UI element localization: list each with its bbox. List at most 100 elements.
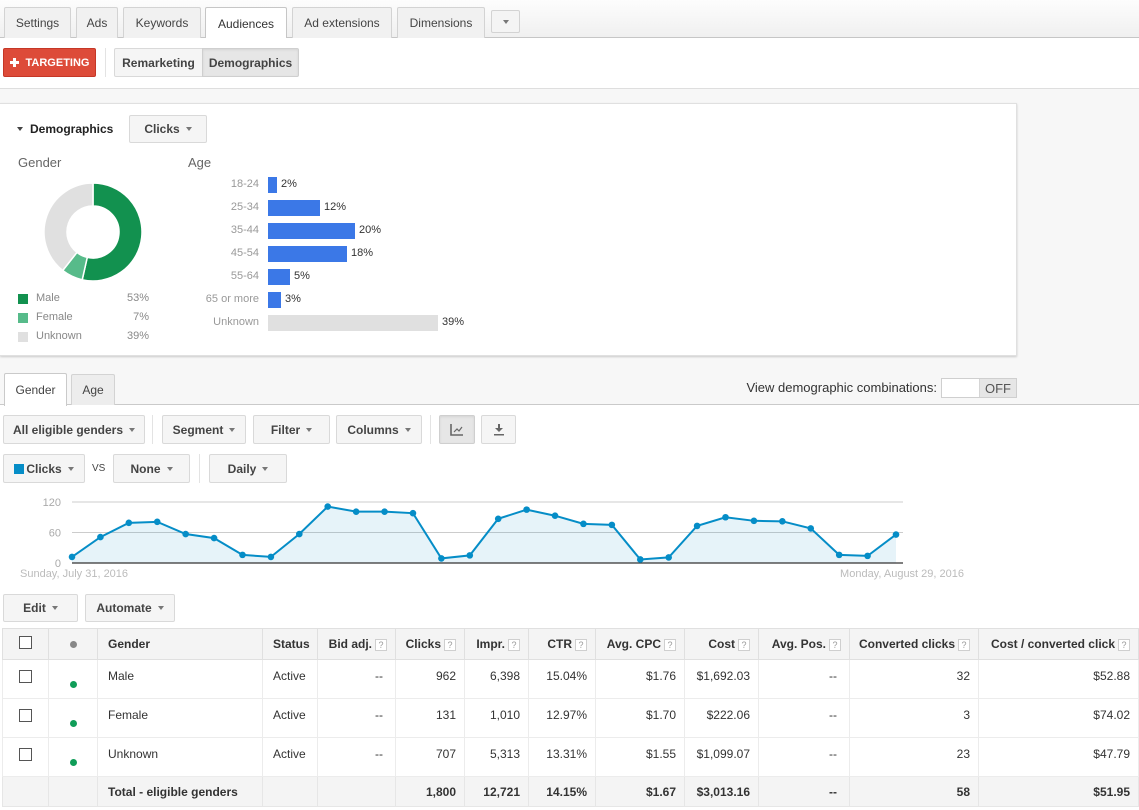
cell-value[interactable]: Female	[108, 708, 148, 722]
help-icon[interactable]: ?	[444, 638, 456, 651]
data-point[interactable]	[125, 519, 133, 527]
column-header-avg-pos[interactable]: Avg. Pos.?	[758, 628, 850, 660]
row-checkbox[interactable]	[19, 709, 32, 722]
cell-impr: 5,313	[464, 737, 529, 777]
data-point[interactable]	[466, 552, 474, 559]
data-point[interactable]	[381, 508, 388, 515]
segment-dropdown[interactable]: Segment	[162, 415, 246, 444]
cell-clicks: 962	[395, 659, 465, 699]
data-point[interactable]	[438, 555, 445, 562]
cell-value[interactable]: Male	[108, 669, 134, 683]
subtab-age[interactable]: Age	[71, 374, 115, 405]
metric-dropdown[interactable]: Clicks	[129, 115, 207, 143]
data-point[interactable]	[267, 553, 275, 561]
clicks-line-chart: 060120Sunday, July 31, 2016 Monday, Augus…	[20, 497, 964, 580]
column-header-bid-adj[interactable]: Bid adj.?	[317, 628, 396, 660]
data-point[interactable]	[580, 520, 587, 528]
data-point[interactable]	[636, 556, 644, 563]
demographics-collapse-toggle[interactable]: Demographics	[17, 120, 113, 138]
column-header-gender[interactable]: Gender	[97, 628, 263, 660]
select-all-checkbox[interactable]	[19, 636, 32, 649]
help-icon[interactable]: ?	[958, 638, 970, 651]
age-bar	[268, 315, 438, 331]
tab-ad-extensions[interactable]: Ad extensions	[292, 7, 392, 38]
data-point[interactable]	[892, 531, 900, 538]
data-point[interactable]	[608, 521, 616, 529]
download-button[interactable]	[481, 415, 516, 444]
column-header-clicks[interactable]: Clicks?	[395, 628, 465, 660]
data-point[interactable]	[835, 551, 843, 559]
data-point[interactable]	[665, 554, 672, 561]
remarketing-view-button[interactable]: Remarketing	[114, 48, 203, 77]
data-point[interactable]	[722, 513, 729, 521]
tab-dimensions[interactable]: Dimensions	[397, 7, 485, 38]
column-header-status-dot[interactable]	[48, 628, 98, 660]
automate-dropdown[interactable]: Automate	[85, 594, 175, 622]
demographic-combinations-toggle[interactable]: OFF	[941, 378, 1017, 398]
primary-metric-dropdown[interactable]: Clicks	[3, 454, 85, 483]
interval-dropdown[interactable]: Daily	[209, 454, 287, 483]
y-tick-label: 120	[43, 497, 61, 509]
data-point[interactable]	[864, 552, 871, 560]
help-icon[interactable]: ?	[508, 638, 520, 651]
help-icon[interactable]: ?	[664, 638, 676, 651]
data-point[interactable]	[324, 503, 332, 510]
data-point[interactable]	[551, 512, 559, 520]
tab-audiences[interactable]: Audiences	[205, 7, 287, 39]
columns-dropdown[interactable]: Columns	[336, 415, 422, 444]
tab-ads[interactable]: Ads	[76, 7, 118, 38]
column-header-cost-per-converted-click[interactable]: Cost / converted click?	[978, 628, 1139, 660]
edit-dropdown[interactable]: Edit	[3, 594, 78, 622]
column-header-cost[interactable]: Cost?	[684, 628, 759, 660]
demographics-view-button[interactable]: Demographics	[202, 48, 299, 77]
cell-value[interactable]: Unknown	[108, 747, 158, 761]
data-point[interactable]	[182, 530, 189, 538]
row-checkbox[interactable]	[19, 748, 32, 761]
cell-value: 131	[435, 708, 456, 722]
column-header-converted-clicks[interactable]: Converted clicks?	[849, 628, 979, 660]
toggle-chart-button[interactable]	[439, 415, 475, 444]
column-header-label: Cost / converted click	[990, 637, 1115, 651]
help-icon[interactable]: ?	[829, 638, 841, 651]
y-tick-label: 60	[49, 528, 61, 540]
data-point[interactable]	[97, 533, 104, 541]
column-header-status[interactable]: Status	[262, 628, 318, 660]
add-targeting-button[interactable]: TARGETING	[3, 48, 96, 77]
data-point[interactable]	[352, 508, 360, 515]
metric-dropdown-label: Clicks	[144, 122, 180, 136]
data-point[interactable]	[494, 515, 502, 523]
more-tabs-button[interactable]	[491, 10, 520, 33]
data-point[interactable]	[693, 522, 701, 530]
data-point[interactable]	[210, 534, 218, 542]
data-point[interactable]	[153, 518, 161, 526]
tab-settings[interactable]: Settings	[4, 7, 71, 38]
comparison-metric-dropdown[interactable]: None	[113, 454, 190, 483]
data-point[interactable]	[750, 517, 758, 525]
subtab-gender[interactable]: Gender	[4, 373, 67, 406]
help-icon[interactable]: ?	[1118, 638, 1130, 651]
tab-keywords[interactable]: Keywords	[123, 7, 201, 38]
column-header-ctr[interactable]: CTR?	[528, 628, 596, 660]
filter-dropdown[interactable]: Filter	[253, 415, 330, 444]
data-point[interactable]	[296, 530, 303, 538]
help-icon[interactable]: ?	[575, 638, 587, 651]
gender-scope-dropdown[interactable]: All eligible genders	[3, 415, 145, 444]
data-point[interactable]	[779, 518, 786, 525]
cell-value: 3	[963, 708, 970, 722]
age-category-label: 65 or more	[205, 293, 259, 305]
data-point[interactable]	[68, 553, 76, 561]
data-point[interactable]	[523, 506, 530, 513]
column-header-avg-cpc[interactable]: Avg. CPC?	[595, 628, 685, 660]
row-checkbox[interactable]	[19, 670, 32, 683]
data-point[interactable]	[807, 525, 815, 532]
dropdown-label: Edit	[23, 601, 46, 615]
cell-value: $1.55	[645, 747, 676, 761]
help-icon[interactable]: ?	[738, 638, 750, 651]
data-point[interactable]	[409, 509, 417, 517]
age-value-label: 3%	[285, 293, 301, 305]
gender-performance-table: Gender Status Bid adj.? Clicks? Impr.? CTR? Av…	[2, 628, 1139, 807]
cell-clicks: 1,800	[395, 776, 465, 807]
help-icon[interactable]: ?	[375, 638, 387, 651]
column-header-impr[interactable]: Impr.?	[464, 628, 529, 660]
data-point[interactable]	[239, 551, 246, 559]
